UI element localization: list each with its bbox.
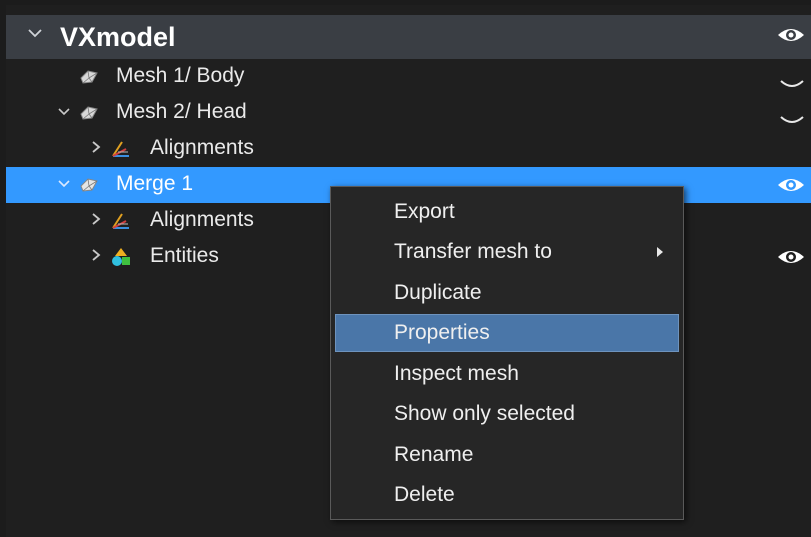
menu-item-label: Properties [394, 321, 490, 344]
eye-icon[interactable] [776, 247, 806, 267]
closed-eye-icon[interactable] [779, 73, 805, 87]
menu-item-delete[interactable]: Delete [335, 476, 679, 514]
root-node-vxmodel[interactable]: VXmodel [6, 15, 811, 59]
chevron-right-icon[interactable] [88, 139, 104, 157]
chevron-down-icon[interactable] [56, 103, 72, 121]
tree-row-label: Mesh 1/ Body [116, 64, 245, 87]
menu-item-export[interactable]: Export [335, 193, 679, 231]
chevron-right-icon [657, 247, 663, 257]
menu-item-label: Transfer mesh to [394, 240, 552, 263]
menu-item-inspect-mesh[interactable]: Inspect mesh [335, 355, 679, 393]
tree-row-mesh-2-head[interactable]: Mesh 2/ Head [6, 95, 811, 131]
tree-row-label: Entities [150, 244, 219, 267]
menu-item-show-only-selected[interactable]: Show only selected [335, 395, 679, 433]
menu-item-rename[interactable]: Rename [335, 436, 679, 474]
eye-icon[interactable] [776, 25, 806, 45]
entities-icon [110, 246, 132, 268]
context-menu: Export Transfer mesh to Duplicate Proper… [330, 186, 684, 520]
alignments-icon [110, 138, 132, 160]
mesh-icon [78, 174, 100, 196]
menu-item-label: Duplicate [394, 281, 482, 304]
menu-item-label: Show only selected [394, 402, 575, 425]
alignments-icon [110, 210, 132, 232]
tree-row-mesh-1-body[interactable]: Mesh 1/ Body [6, 59, 811, 95]
mesh-icon [78, 66, 100, 88]
menu-item-label: Rename [394, 443, 474, 466]
menu-item-transfer-mesh-to[interactable]: Transfer mesh to [335, 233, 679, 271]
menu-item-properties[interactable]: Properties [335, 314, 679, 352]
tree-row-alignments[interactable]: Alignments [6, 131, 811, 167]
tree-row-label: Alignments [150, 208, 254, 231]
eye-icon[interactable] [776, 175, 806, 195]
root-node-label: VXmodel [60, 22, 176, 52]
tree-row-label: Alignments [150, 136, 254, 159]
mesh-icon [78, 102, 100, 124]
chevron-right-icon[interactable] [88, 211, 104, 229]
menu-item-duplicate[interactable]: Duplicate [335, 274, 679, 312]
tree-row-label: Mesh 2/ Head [116, 100, 247, 123]
menu-item-label: Export [394, 200, 455, 223]
chevron-down-icon[interactable] [56, 175, 72, 193]
tree-row-label: Merge 1 [116, 172, 194, 195]
chevron-right-icon[interactable] [88, 247, 104, 265]
menu-item-label: Delete [394, 483, 455, 506]
menu-item-label: Inspect mesh [394, 362, 519, 385]
closed-eye-icon[interactable] [779, 109, 805, 123]
chevron-down-icon[interactable] [26, 23, 46, 43]
